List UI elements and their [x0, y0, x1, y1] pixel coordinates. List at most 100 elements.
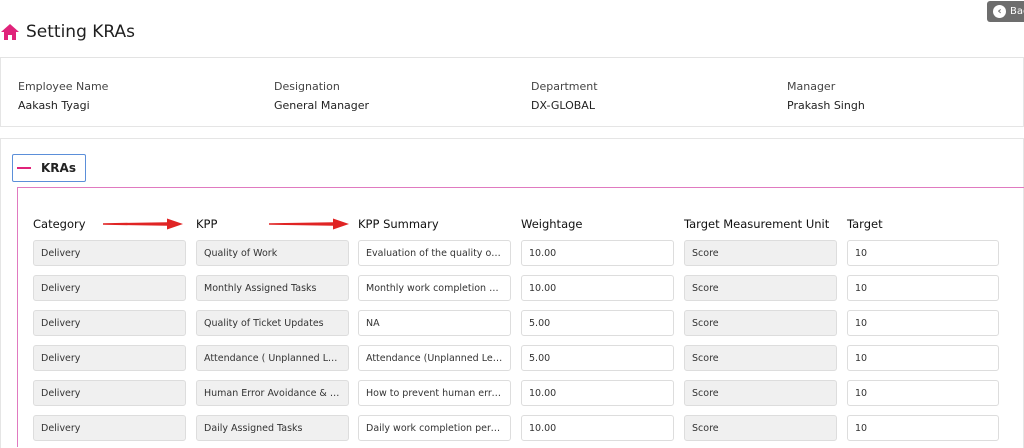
weightage-input[interactable]: 10.00	[521, 240, 674, 266]
weightage-input[interactable]: 10.00	[521, 275, 674, 301]
kpp-summary-input-value: NA	[366, 317, 380, 329]
weightage-input[interactable]: 5.00	[521, 345, 674, 371]
weightage-input-value: 5.00	[529, 352, 551, 364]
field-label: Manager	[787, 80, 836, 93]
column-header-kpp-summary: KPP Summary	[358, 217, 439, 231]
kpp-summary-input[interactable]: Monthly work completion percentage	[358, 275, 511, 301]
weightage-input-value: 10.00	[529, 422, 557, 434]
kpp-field-value: Quality of Ticket Updates	[204, 317, 324, 329]
page-title: Setting KRAs	[26, 22, 136, 42]
category-field-value: Delivery	[41, 317, 81, 329]
kpp-field-value: Daily Assigned Tasks	[204, 422, 303, 434]
weightage-input-value: 10.00	[529, 282, 557, 294]
kpp-summary-input[interactable]: Evaluation of the quality of work	[358, 240, 511, 266]
measurement-unit-field: Score	[684, 275, 837, 301]
target-input-value: 10	[855, 247, 868, 259]
column-header-weightage: Weightage	[521, 217, 583, 231]
kpp-summary-input[interactable]: Attendance (Unplanned Leaves)	[358, 345, 511, 371]
target-input[interactable]: 10	[847, 345, 999, 371]
measurement-unit-field: Score	[684, 380, 837, 406]
weightage-input[interactable]: 10.00	[521, 380, 674, 406]
designation-field: Designation General Manager	[274, 80, 369, 112]
measurement-unit-field-value: Score	[692, 247, 719, 259]
kpp-summary-input-value: How to prevent human errors in work	[366, 387, 503, 399]
target-input[interactable]: 10	[847, 415, 999, 441]
target-input-value: 10	[855, 352, 868, 364]
annotation-arrow-icon	[269, 218, 349, 230]
measurement-unit-field: Score	[684, 310, 837, 336]
kpp-field: Attendance ( Unplanned Leaves)	[196, 345, 349, 371]
weightage-input[interactable]: 10.00	[521, 415, 674, 441]
target-input[interactable]: 10	[847, 240, 999, 266]
category-field-value: Delivery	[41, 247, 81, 259]
kpp-field: Quality of Ticket Updates	[196, 310, 349, 336]
field-label: Department	[531, 80, 598, 93]
department-field: Department DX-GLOBAL	[531, 80, 598, 112]
category-field: Delivery	[33, 275, 186, 301]
measurement-unit-field-value: Score	[692, 282, 719, 294]
kpp-field-value: Monthly Assigned Tasks	[204, 282, 317, 294]
kpp-summary-input-value: Evaluation of the quality of work	[366, 247, 503, 259]
kpp-field-value: Quality of Work	[204, 247, 278, 259]
category-field: Delivery	[33, 415, 186, 441]
field-value: Prakash Singh	[787, 99, 865, 112]
category-field-value: Delivery	[41, 387, 81, 399]
kpp-field: Quality of Work	[196, 240, 349, 266]
measurement-unit-field: Score	[684, 415, 837, 441]
kpp-summary-input-value: Monthly work completion percentage	[366, 282, 503, 294]
measurement-unit-field: Score	[684, 240, 837, 266]
measurement-unit-field: Score	[684, 345, 837, 371]
kpp-field: Monthly Assigned Tasks	[196, 275, 349, 301]
field-label: Designation	[274, 80, 340, 93]
target-input-value: 10	[855, 422, 868, 434]
measurement-unit-field-value: Score	[692, 352, 719, 364]
employee-info-card: Employee Name Aakash Tyagi Designation G…	[0, 58, 1024, 127]
category-field-value: Delivery	[41, 282, 81, 294]
chevron-left-circle-icon: ‹	[993, 5, 1006, 18]
field-label: Employee Name	[18, 80, 109, 93]
measurement-unit-field-value: Score	[692, 317, 719, 329]
field-value: General Manager	[274, 99, 370, 112]
target-input-value: 10	[855, 387, 868, 399]
category-field: Delivery	[33, 310, 186, 336]
category-field: Delivery	[33, 345, 186, 371]
weightage-input[interactable]: 5.00	[521, 310, 674, 336]
top-bar: Setting KRAs ‹ Back	[0, 0, 1024, 58]
field-value: DX-GLOBAL	[531, 99, 595, 112]
employee-name-field: Employee Name Aakash Tyagi	[18, 80, 108, 112]
kpp-summary-input[interactable]: NA	[358, 310, 511, 336]
home-icon[interactable]	[0, 22, 20, 42]
back-button-label: Back	[1010, 6, 1024, 17]
minus-icon	[17, 167, 31, 169]
kpp-field: Daily Assigned Tasks	[196, 415, 349, 441]
target-input[interactable]: 10	[847, 380, 999, 406]
category-field-value: Delivery	[41, 422, 81, 434]
column-header-kpp: KPP	[196, 217, 218, 231]
category-field-value: Delivery	[41, 352, 81, 364]
category-field: Delivery	[33, 380, 186, 406]
field-value: Aakash Tyagi	[18, 99, 90, 112]
column-header-target: Target	[847, 217, 883, 231]
column-header-target-measurement-unit: Target Measurement Unit	[684, 217, 830, 231]
kra-collapse-toggle[interactable]: KRAs	[12, 154, 86, 182]
kra-section-label: KRAs	[41, 161, 76, 175]
manager-field: Manager Prakash Singh	[787, 80, 865, 112]
kpp-summary-input-value: Attendance (Unplanned Leaves)	[366, 352, 503, 364]
target-input-value: 10	[855, 317, 868, 329]
kpp-field-value: Attendance ( Unplanned Leaves)	[204, 352, 341, 364]
kpp-summary-input[interactable]: Daily work completion percentage	[358, 415, 511, 441]
back-button[interactable]: ‹ Back	[987, 1, 1024, 22]
target-input-value: 10	[855, 282, 868, 294]
kpp-summary-input-value: Daily work completion percentage	[366, 422, 503, 434]
target-input[interactable]: 10	[847, 310, 999, 336]
category-field: Delivery	[33, 240, 186, 266]
weightage-input-value: 10.00	[529, 247, 557, 259]
kpp-summary-input[interactable]: How to prevent human errors in work	[358, 380, 511, 406]
annotation-arrow-icon	[103, 218, 183, 230]
weightage-input-value: 10.00	[529, 387, 557, 399]
kpp-field: Human Error Avoidance & Compliance	[196, 380, 349, 406]
measurement-unit-field-value: Score	[692, 422, 719, 434]
target-input[interactable]: 10	[847, 275, 999, 301]
kpp-field-value: Human Error Avoidance & Compliance	[204, 387, 341, 399]
measurement-unit-field-value: Score	[692, 387, 719, 399]
